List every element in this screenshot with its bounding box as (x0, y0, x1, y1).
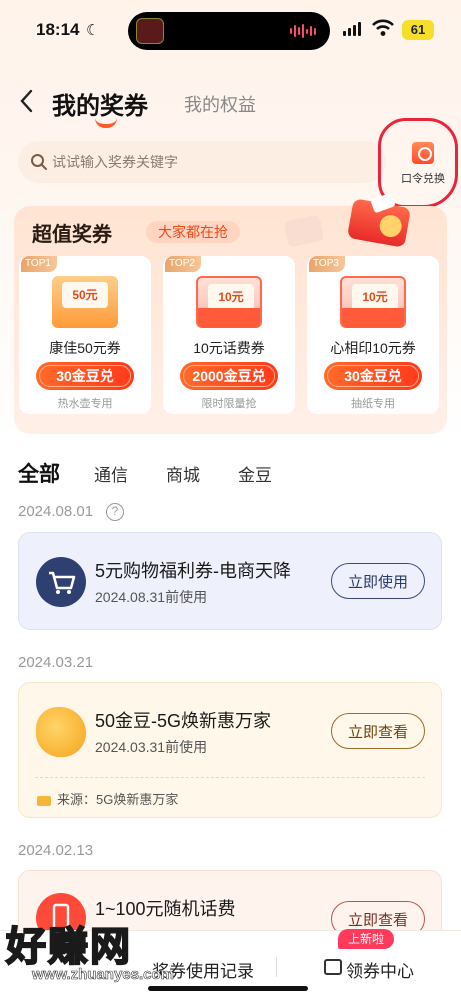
coupon-box-icon: 10元 (340, 276, 406, 328)
deal-name: 康佳50元券 (49, 340, 121, 356)
coupon-center-link[interactable]: 领券中心 (346, 957, 414, 982)
filter-tab-all[interactable]: 全部 (18, 458, 60, 488)
filter-tab-telecom[interactable]: 通信 (94, 461, 128, 486)
coupon-box-icon: 50元 (52, 276, 118, 328)
rank-badge: TOP2 (165, 256, 201, 272)
wifi-icon (372, 19, 394, 36)
group-date: 2024.02.13 (18, 842, 94, 859)
source-icon (37, 795, 51, 806)
dynamic-island (128, 12, 330, 50)
new-badge: 上新啦 (338, 929, 395, 949)
bottom-separator (276, 957, 277, 977)
filter-tab-golden-beans[interactable]: 金豆 (238, 461, 272, 486)
deal-card[interactable]: TOP1 50元 康佳50元券 30金豆兑 热水壶专用 (19, 256, 151, 414)
battery-indicator: 61 (402, 20, 434, 40)
home-indicator (148, 986, 308, 991)
coupon-source-text: 来源：5G焕新惠万家 (57, 792, 179, 807)
deal-name: 心相印10元券 (330, 340, 416, 356)
filter-tab-mall[interactable]: 商城 (166, 461, 200, 486)
help-icon[interactable]: ? (106, 503, 124, 521)
active-tab-indicator (95, 118, 117, 128)
watermark-url: www.zhuanyes.com (32, 966, 175, 984)
cellular-signal-icon (343, 22, 361, 36)
coupon-card[interactable]: 50金豆-5G焕新惠万家 2024.03.31前使用 立即查看 来源：5G焕新惠… (18, 682, 442, 818)
redeem-button[interactable]: 2000金豆兑 (180, 362, 278, 390)
deal-card[interactable]: TOP3 10元 心相印10元券 30金豆兑 抽纸专用 (307, 256, 439, 414)
shopping-cart-icon (36, 557, 86, 607)
view-now-button[interactable]: 立即查看 (331, 713, 425, 749)
tab-my-coupons[interactable]: 我的奖券 (52, 86, 148, 121)
coupon-expiry: 2024.03.31前使用 (95, 739, 208, 755)
rank-badge: TOP1 (21, 256, 57, 272)
search-bar[interactable] (18, 141, 386, 183)
coupon-value: 50元 (62, 282, 108, 308)
coupon-value: 10元 (352, 284, 398, 310)
coupon-value: 10元 (208, 284, 254, 310)
deal-name: 10元话费券 (193, 340, 265, 356)
back-arrow-icon[interactable] (16, 88, 38, 114)
site-watermark: 好赚网 www.zhuanyes.com (5, 908, 206, 994)
golden-bean-icon (36, 707, 86, 757)
use-now-button[interactable]: 立即使用 (331, 563, 425, 599)
category-filter-tabs: 全部 通信 商城 金豆 (18, 458, 310, 488)
deals-title: 超值奖券 (32, 224, 112, 246)
dashed-divider (35, 777, 425, 778)
status-bar: 18:14 ☾ 61 (0, 0, 461, 62)
search-icon (31, 154, 47, 170)
deal-note: 限时限量抢 (201, 398, 257, 410)
deal-note: 热水壶专用 (57, 398, 113, 410)
coupon-card[interactable]: 5元购物福利券-电商天降 2024.08.31前使用 立即使用 (18, 532, 442, 630)
page: 18:14 ☾ 61 我的奖券 我的权益 口令兑换 (0, 0, 461, 1000)
status-time: 18:14 (36, 20, 80, 39)
moon-icon: ☾ (86, 22, 100, 39)
coupon-source: 来源：5G焕新惠万家 (37, 789, 178, 808)
group-date: 2024.03.21 (18, 654, 94, 671)
group-date: 2024.08.01 (18, 503, 94, 520)
coupon-title: 5元购物福利券-电商天降 (95, 561, 292, 581)
deal-card[interactable]: TOP2 10元 10元话费券 2000金豆兑 限时限量抢 (163, 256, 295, 414)
deals-hot-badge: 大家都在抢 (146, 221, 240, 243)
coupon-title: 50金豆-5G焕新惠万家 (95, 711, 272, 731)
coupon-center-icon (324, 959, 342, 975)
redeem-button[interactable]: 30金豆兑 (36, 362, 134, 390)
rank-badge: TOP3 (309, 256, 345, 272)
audio-wave-icon (290, 24, 316, 38)
coupon-expiry: 2024.08.31前使用 (95, 589, 208, 605)
redeem-button[interactable]: 30金豆兑 (324, 362, 422, 390)
watermark-text: 好赚网 (5, 923, 132, 971)
app-thumbnail-icon (136, 18, 164, 44)
tab-my-benefits[interactable]: 我的权益 (184, 91, 256, 117)
search-input[interactable] (52, 141, 372, 183)
deal-note: 抽纸专用 (351, 398, 395, 410)
gift-box-icon: 10元 (196, 276, 262, 328)
